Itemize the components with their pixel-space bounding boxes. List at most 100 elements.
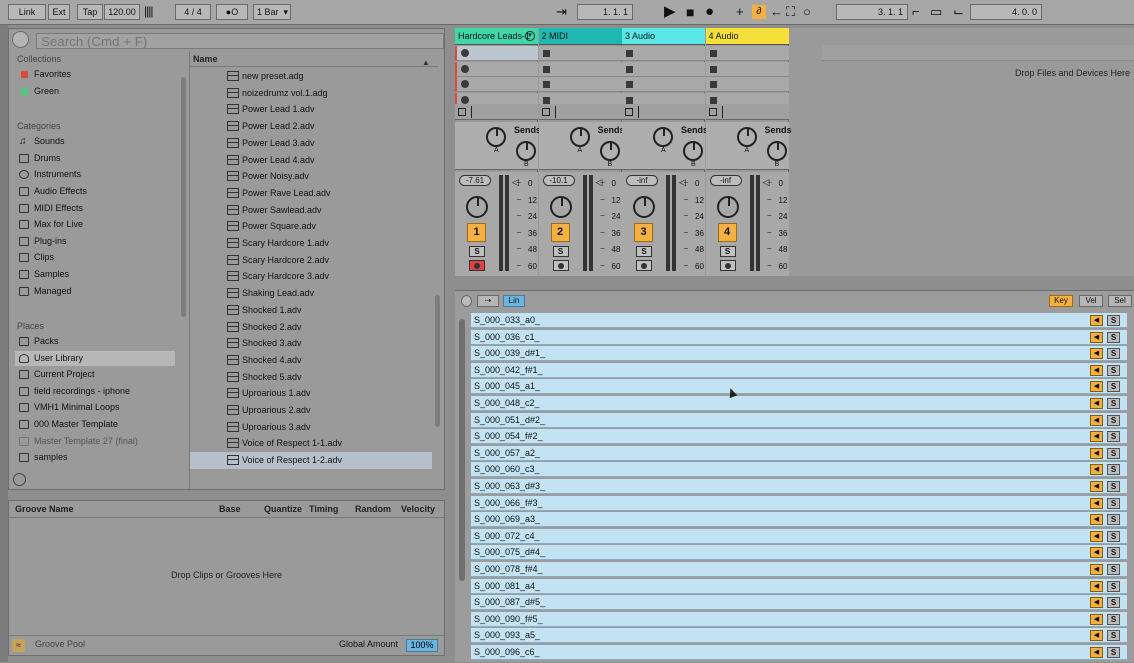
file-item[interactable]: Uproarious 2.adv (190, 402, 432, 419)
drum-pad-row[interactable]: S_000_081_a4_ ◀ S (471, 578, 1127, 594)
drum-pad-row[interactable]: S_000_069_a3_ ◀ S (471, 512, 1127, 528)
place-user-library[interactable]: User Library (15, 351, 175, 366)
pad-solo-button[interactable]: S (1107, 564, 1120, 575)
category-audio-effects[interactable]: Audio Effects (15, 184, 175, 199)
pad-solo-button[interactable]: S (1107, 381, 1120, 393)
speaker-icon[interactable]: ◀ (1090, 547, 1103, 559)
drum-pad-row[interactable]: S_000_075_d#4_ ◀ S (471, 545, 1127, 561)
loop-length-field[interactable]: 4. 0. 0 (970, 4, 1042, 20)
file-item[interactable]: Power Sawlead.adv (190, 202, 432, 219)
solo-button[interactable]: S (719, 246, 736, 257)
stop-slot-icon[interactable] (542, 81, 550, 88)
drum-pad-row[interactable]: S_000_045_a1_ ◀ S (471, 379, 1127, 395)
speaker-icon[interactable]: ◀ (1090, 597, 1103, 609)
stop-slot-icon[interactable] (626, 50, 633, 57)
vel-button[interactable]: Vel (1079, 295, 1103, 307)
pad-solo-button[interactable]: S (1107, 497, 1120, 509)
file-item[interactable]: new preset.adg (190, 68, 432, 85)
punch-out-icon[interactable]: ⌙ (953, 3, 964, 21)
quantize-menu[interactable]: 1 Bar ▾ (253, 4, 291, 20)
stop-icon[interactable]: ■ (686, 3, 694, 21)
route-arrow-icon[interactable]: ⇢ (477, 295, 499, 307)
track-title[interactable]: 2 MIDI (538, 28, 622, 45)
pad-solo-button[interactable]: S (1107, 447, 1120, 459)
velocity-header[interactable]: Velocity (401, 504, 435, 514)
volume-readout[interactable]: -inf (626, 175, 658, 186)
quantize-header[interactable]: Quantize (264, 504, 302, 514)
arm-button[interactable] (469, 260, 485, 271)
reenable-automation-icon[interactable]: ← (770, 3, 783, 21)
file-item[interactable]: Shocked 5.adv (190, 369, 432, 386)
arm-button[interactable] (719, 260, 736, 271)
global-amount-field[interactable]: 100% (406, 639, 438, 652)
pad-solo-button[interactable]: S (1107, 547, 1120, 559)
place-field-recordings[interactable]: field recordings - iphone (15, 384, 175, 399)
clip-slot[interactable] (538, 77, 622, 92)
place-master-template-27[interactable]: Master Template 27 (final) (15, 434, 175, 449)
file-item[interactable]: Shocked 4.adv (190, 352, 432, 369)
arm-button[interactable] (552, 260, 569, 271)
stop-slot-icon[interactable] (542, 96, 550, 104)
file-item[interactable]: Voice of Respect 1-2.adv (190, 452, 432, 470)
track-title[interactable]: 3 Audio (622, 28, 705, 45)
pan-knob[interactable] (716, 196, 739, 218)
clip-slot[interactable] (538, 61, 622, 77)
speaker-icon[interactable]: ◀ (1090, 613, 1103, 625)
category-plugins[interactable]: Plug-ins (15, 234, 175, 249)
place-current-project[interactable]: Current Project (15, 367, 175, 382)
pad-solo-button[interactable]: S (1107, 398, 1120, 409)
pad-solo-button[interactable]: S (1107, 348, 1120, 360)
clip-slot[interactable] (622, 61, 705, 77)
pad-solo-button[interactable]: S (1107, 514, 1120, 526)
nudge-icon[interactable]: |||| (144, 4, 172, 20)
pad-solo-button[interactable]: S (1107, 580, 1120, 592)
automation-arm-icon[interactable]: ∂ (752, 5, 766, 19)
drum-pad-row[interactable]: S_000_036_c1_ ◀ S (471, 329, 1127, 345)
send-b-knob[interactable] (766, 141, 787, 161)
drum-pad-row[interactable]: S_000_054_f#2_ ◀ S (471, 429, 1127, 445)
speaker-icon[interactable]: ◀ (1090, 647, 1103, 658)
stop-slot-icon[interactable] (626, 65, 633, 73)
speaker-icon[interactable]: ◀ (1090, 497, 1103, 509)
drum-pad-row[interactable]: S_000_087_d#5_ ◀ S (471, 595, 1127, 611)
preview-icon[interactable] (13, 473, 26, 486)
pad-solo-button[interactable]: S (1107, 647, 1120, 658)
collection-green[interactable]: Green (15, 84, 175, 99)
speaker-icon[interactable]: ◀ (1090, 348, 1103, 360)
place-vmh1-minimal-loops[interactable]: VMH1 Minimal Loops (15, 400, 175, 415)
file-item[interactable]: Power Lead 1.adv (190, 101, 432, 118)
file-item[interactable]: Scary Hardcore 2.adv (190, 252, 432, 269)
pad-solo-button[interactable]: S (1107, 530, 1120, 542)
random-header[interactable]: Random (355, 504, 391, 514)
file-item[interactable]: Power Lead 4.adv (190, 152, 432, 169)
send-a-knob[interactable] (653, 127, 673, 147)
clip-slot[interactable] (622, 46, 705, 61)
groove-name-header[interactable]: Groove Name (15, 504, 74, 514)
clip-slot[interactable] (455, 77, 538, 92)
drum-pad-row[interactable]: S_000_051_d#2_ ◀ S (471, 412, 1127, 428)
loop-start-field[interactable]: 3. 1. 1 (836, 4, 908, 20)
file-item[interactable]: Voice of Respect 1-1.adv (190, 435, 432, 452)
stop-slot-icon[interactable] (626, 96, 633, 104)
play-icon[interactable]: ▶ (664, 3, 676, 21)
name-column-header[interactable]: Name ▲ (190, 52, 438, 67)
record-slot-icon[interactable] (461, 80, 469, 88)
drum-pad-row[interactable]: S_000_090_f#5_ ◀ S (471, 611, 1127, 627)
drum-pad-row[interactable]: S_000_078_f#4_ ◀ S (471, 562, 1127, 577)
fold-icon[interactable] (461, 295, 472, 307)
track-activator-button[interactable]: 2 (550, 223, 570, 242)
stop-slot-icon[interactable] (542, 50, 550, 57)
sidebar-scrollbar[interactable] (181, 77, 186, 317)
file-item[interactable]: Shaking Lead.adv (190, 285, 432, 302)
sel-button[interactable]: Sel (1108, 295, 1132, 307)
pan-knob[interactable] (466, 196, 488, 218)
send-b-knob[interactable] (599, 141, 620, 161)
stop-slot-icon[interactable] (709, 50, 717, 57)
send-b-knob[interactable] (683, 141, 703, 161)
record-slot-icon[interactable] (461, 95, 469, 104)
speaker-icon[interactable]: ◀ (1090, 331, 1103, 343)
file-item[interactable]: noizedrumz vol.1.adg (190, 85, 432, 102)
collection-favorites[interactable]: Favorites (15, 67, 175, 82)
stop-slot-icon[interactable] (542, 65, 550, 73)
pad-solo-button[interactable]: S (1107, 315, 1120, 326)
